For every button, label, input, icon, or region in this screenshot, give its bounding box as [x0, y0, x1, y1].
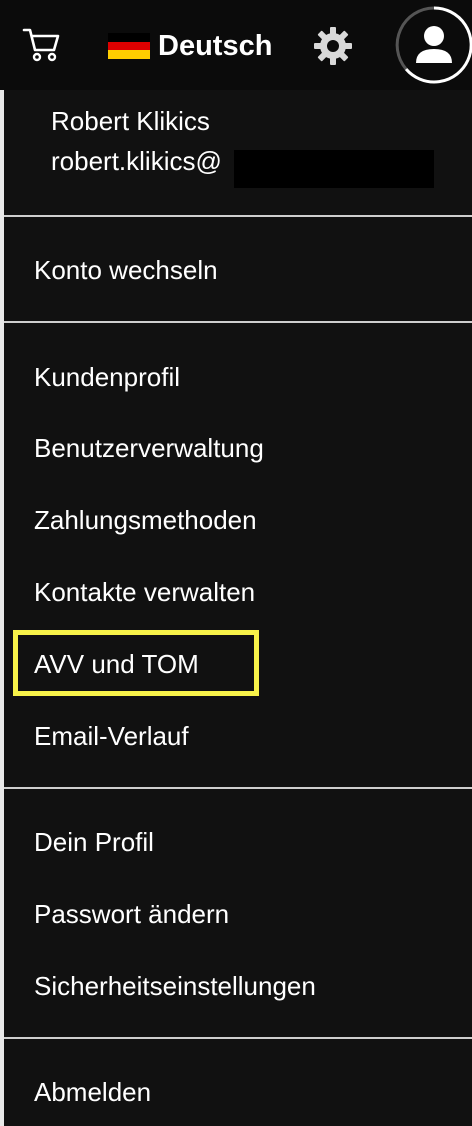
menu-item-avv-und-tom[interactable]: AVV und TOM	[34, 647, 199, 681]
account-dropdown-menu: Robert Klikics robert.klikics@ Konto wec…	[4, 90, 472, 1126]
gear-icon[interactable]	[311, 24, 355, 68]
menu-divider	[4, 321, 472, 323]
menu-item-change-password[interactable]: Passwort ändern	[34, 897, 229, 931]
menu-divider	[4, 215, 472, 217]
language-label: Deutsch	[158, 29, 273, 62]
menu-item-logout[interactable]: Abmelden	[34, 1075, 151, 1109]
menu-item-user-management[interactable]: Benutzerverwaltung	[34, 431, 264, 465]
german-flag-icon	[108, 33, 150, 60]
top-bar: Deutsch	[0, 0, 472, 90]
user-email: robert.klikics@	[51, 146, 222, 176]
menu-item-your-profile[interactable]: Dein Profil	[34, 825, 154, 859]
menu-item-customer-profile[interactable]: Kundenprofil	[34, 360, 180, 394]
redacted-email-domain	[234, 150, 434, 188]
menu-divider	[4, 787, 472, 789]
page: Deutsch Robert Klikics robert.klikics@ K…	[0, 0, 472, 1126]
flag-stripe-gold	[108, 50, 150, 60]
menu-item-security-settings[interactable]: Sicherheitseinstellungen	[34, 969, 316, 1003]
menu-item-manage-contacts[interactable]: Kontakte verwalten	[34, 575, 255, 609]
cart-icon[interactable]	[22, 24, 62, 64]
language-selector[interactable]: Deutsch	[108, 24, 272, 68]
user-name: Robert Klikics	[51, 106, 210, 136]
menu-item-email-history[interactable]: Email-Verlauf	[34, 719, 189, 753]
user-avatar-icon[interactable]	[394, 5, 472, 85]
menu-item-payment-methods[interactable]: Zahlungsmethoden	[34, 503, 257, 537]
flag-stripe-black	[108, 33, 150, 42]
menu-item-switch-account[interactable]: Konto wechseln	[34, 253, 218, 287]
flag-stripe-red	[108, 41, 150, 51]
menu-divider	[4, 1037, 472, 1039]
